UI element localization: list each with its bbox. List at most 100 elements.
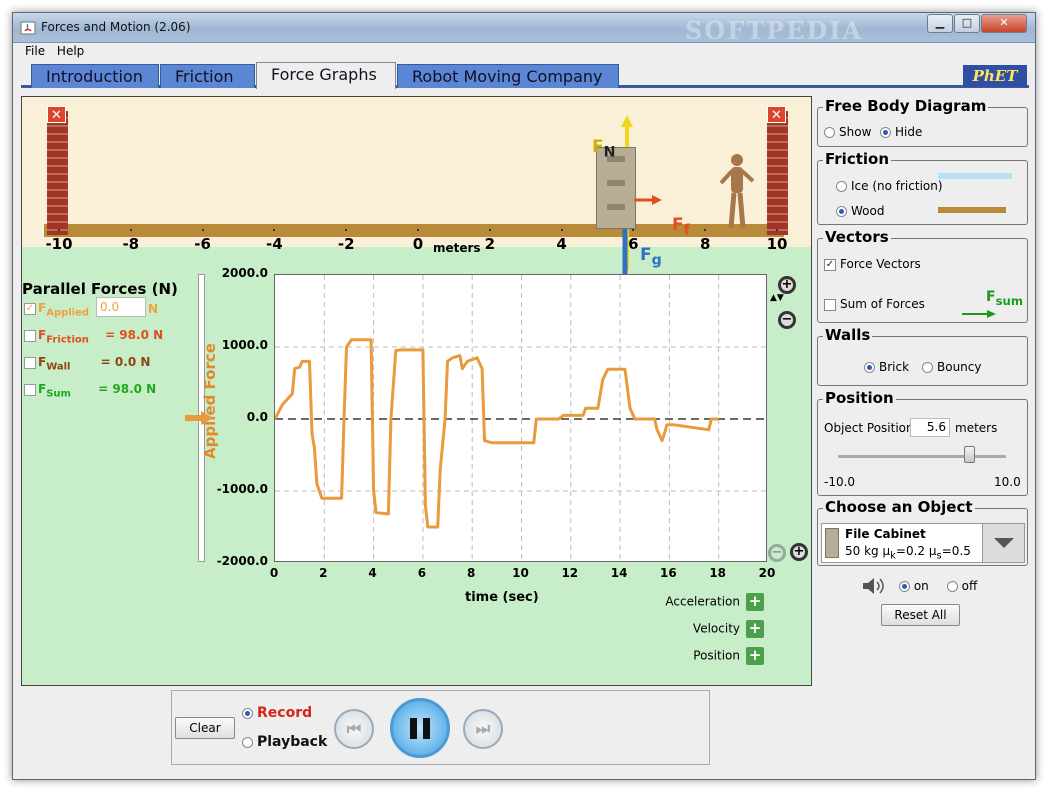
ruler-tick-mark xyxy=(345,229,348,231)
menu-file[interactable]: File xyxy=(21,43,49,59)
friction-wood-option[interactable]: Wood xyxy=(836,204,884,218)
applied-force-input[interactable]: 0.0 xyxy=(96,297,146,317)
zoom-out-horizontal-icon[interactable]: − xyxy=(768,544,786,562)
ruler-tick-label: 4 xyxy=(556,235,567,253)
ruler-tick-label: -2 xyxy=(337,235,355,253)
ruler-tick-label: -4 xyxy=(266,235,283,253)
title-bar: Forces and Motion (2.06) SOFTPEDIA ▁ □ ✕ xyxy=(13,13,1035,45)
walls-bouncy-option[interactable]: Bouncy xyxy=(922,360,981,374)
remove-right-wall-icon[interactable]: ✕ xyxy=(767,106,786,123)
wall-force-row: FWall = 0.0 N xyxy=(24,355,150,375)
playback-recorder: Clear Record Playback ⏮ ⏭ xyxy=(171,690,710,765)
ruler-tick-mark xyxy=(704,229,707,231)
x-tick-label: 12 xyxy=(561,566,579,580)
applied-force-series-line xyxy=(273,338,719,529)
pause-icon xyxy=(410,718,417,739)
zoom-out-vertical-icon[interactable]: − xyxy=(778,311,796,329)
ruler-tick-label: 8 xyxy=(699,235,711,253)
vectors-panel: Vectors ✓ Force Vectors Sum of Forces Fsu… xyxy=(817,228,1028,323)
record-option[interactable]: Record xyxy=(242,705,312,721)
fbd-show-option[interactable]: Show xyxy=(824,125,871,139)
simulation-area: ✕ ✕ -10 -8 -6 -4 -2 0 2 4 6 8 10 meters FN Ff Fg xyxy=(21,96,1015,686)
zoom-in-horizontal-icon[interactable]: + xyxy=(790,543,808,561)
position-slider-thumb[interactable] xyxy=(964,446,976,463)
wall-force-value: = 0.0 N xyxy=(100,355,151,369)
walls-panel: Walls Brick Bouncy xyxy=(817,326,1028,386)
ice-swatch xyxy=(938,173,1012,179)
ruler-tick-mark xyxy=(273,229,276,231)
menu-help[interactable]: Help xyxy=(53,43,88,59)
zoom-in-vertical-icon[interactable]: + xyxy=(778,276,796,294)
tab-friction[interactable]: Friction xyxy=(160,64,255,88)
maximize-button[interactable]: □ xyxy=(954,14,980,33)
x-tick-label: 14 xyxy=(610,566,628,580)
ruler-tick-mark xyxy=(560,229,563,231)
graph-y-axis-title: Applied Force xyxy=(200,343,219,459)
clear-button[interactable]: Clear xyxy=(175,717,235,739)
x-tick-label: 4 xyxy=(368,566,377,580)
close-window-button[interactable]: ✕ xyxy=(981,14,1027,33)
walls-brick-option[interactable]: Brick xyxy=(864,360,909,374)
free-body-diagram-panel: Free Body Diagram Show Hide xyxy=(817,97,1028,147)
pause-button[interactable] xyxy=(390,698,450,758)
applied-force-plot: − xyxy=(273,274,1015,563)
object-name: File Cabinet xyxy=(845,527,926,541)
friction-panel: Friction Ice (no friction) Wood xyxy=(817,150,1028,225)
fbd-hide-option[interactable]: Hide xyxy=(880,125,922,139)
parallel-forces-title: Parallel Forces (N) xyxy=(22,280,178,298)
wood-swatch xyxy=(938,207,1006,213)
x-tick-label: 8 xyxy=(467,566,476,580)
ruler-tick-mark xyxy=(417,229,419,231)
add-velocity-graph[interactable]: Velocity + xyxy=(693,620,764,638)
friction-ice-option[interactable]: Ice (no friction) xyxy=(836,179,943,193)
ruler-tick-mark xyxy=(201,229,204,231)
object-dropdown[interactable]: File Cabinet 50 kg μk=0.2 μs=0.5 xyxy=(821,523,1025,563)
tab-force-graphs[interactable]: Force Graphs xyxy=(256,62,396,89)
reset-all-button[interactable]: Reset All xyxy=(881,604,960,626)
object-position-input[interactable]: 5.6 xyxy=(910,418,950,437)
app-window: Forces and Motion (2.06) SOFTPEDIA ▁ □ ✕… xyxy=(12,12,1036,780)
add-velocity-plus-icon[interactable]: + xyxy=(746,620,764,638)
sound-controls: on off xyxy=(861,577,977,595)
add-position-graph[interactable]: Position + xyxy=(693,647,764,665)
friction-force-checkbox[interactable] xyxy=(24,329,36,342)
add-position-plus-icon[interactable]: + xyxy=(746,647,764,665)
y-tick-label: -1000.0 xyxy=(216,482,268,496)
step-forward-button[interactable]: ⏭ xyxy=(463,709,503,749)
sum-force-value: = 98.0 N xyxy=(98,382,157,396)
rewind-button[interactable]: ⏮ xyxy=(334,709,374,749)
sum-force-symbol: Fsum xyxy=(986,289,1023,308)
applied-force-row: ✓ FApplied xyxy=(24,301,90,319)
sound-off-option[interactable]: off xyxy=(946,579,977,593)
playback-option[interactable]: Playback xyxy=(242,734,327,750)
add-acceleration-graph[interactable]: Acceleration + xyxy=(665,593,764,611)
x-tick-label: 20 xyxy=(758,566,776,580)
position-slider-track[interactable] xyxy=(838,455,1006,458)
ruler-tick-label: 10 xyxy=(766,235,788,253)
object-properties: 50 kg μk=0.2 μs=0.5 xyxy=(845,544,971,562)
softpedia-watermark: SOFTPEDIA xyxy=(685,16,864,45)
sound-on-option[interactable]: on xyxy=(898,579,929,593)
object-dropdown-arrow-icon[interactable] xyxy=(982,524,1024,562)
position-min-label: -10.0 xyxy=(824,475,856,489)
applied-force-checkbox[interactable]: ✓ xyxy=(24,302,36,315)
x-tick-label: 16 xyxy=(660,566,677,580)
vertical-zoom-arrows-icon: ▲▼ xyxy=(770,293,784,303)
pusher-figure xyxy=(719,154,755,229)
y-tick-label: 1000.0 xyxy=(221,338,268,352)
x-tick-label: 10 xyxy=(512,566,529,580)
minimize-button[interactable]: ▁ xyxy=(927,14,953,33)
tab-introduction[interactable]: Introduction xyxy=(31,64,159,88)
ruler-tick-label: 2 xyxy=(484,235,496,253)
sum-of-forces-option[interactable]: Sum of Forces xyxy=(824,297,925,311)
remove-left-wall-icon[interactable]: ✕ xyxy=(47,106,66,123)
force-vectors-option[interactable]: ✓ Force Vectors xyxy=(824,257,921,271)
add-acceleration-plus-icon[interactable]: + xyxy=(746,593,764,611)
sum-force-checkbox[interactable] xyxy=(24,383,36,396)
friction-force-value: = 98.0 N xyxy=(105,328,164,342)
applied-force-unit: N xyxy=(148,302,159,316)
wall-force-checkbox[interactable] xyxy=(24,356,36,369)
friction-force-row: FFriction = 98.0 N xyxy=(24,328,163,348)
friction-force-label: Ff xyxy=(672,215,690,239)
tab-robot-moving-company[interactable]: Robot Moving Company xyxy=(397,64,619,88)
